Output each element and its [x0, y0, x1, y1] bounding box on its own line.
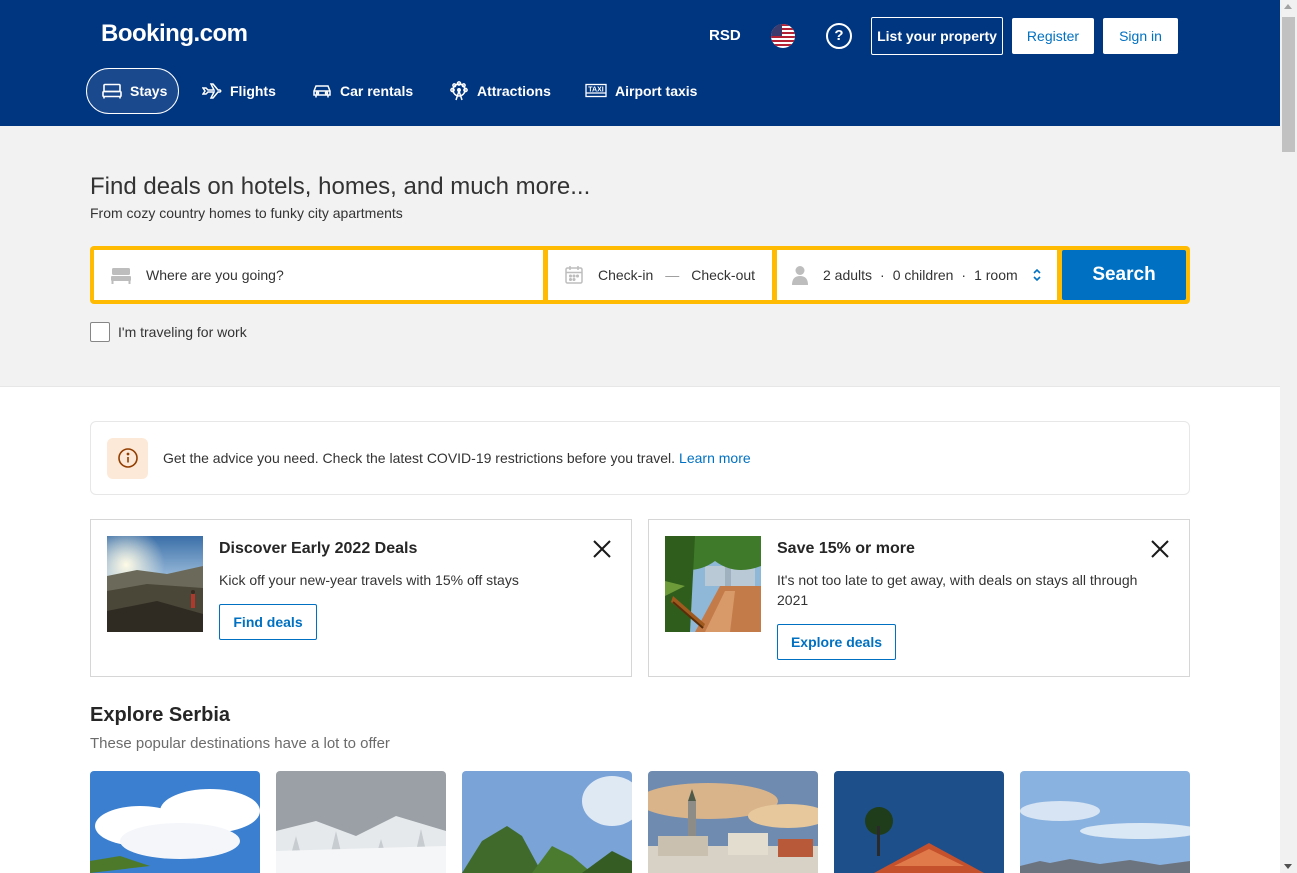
separator-dot: · [880, 267, 885, 283]
calendar-icon [565, 266, 583, 284]
scroll-up-arrow[interactable] [1284, 4, 1292, 9]
check-in-label: Check-in [598, 267, 654, 283]
bed-icon [111, 268, 131, 284]
promo-title: Save 15% or more [777, 540, 915, 557]
bed-icon [102, 83, 122, 99]
check-out-label: Check-out [691, 267, 756, 283]
car-icon [313, 85, 331, 98]
tab-label: Flights [230, 83, 276, 99]
promo-text: It's not too late to get away, with deal… [777, 572, 1138, 608]
help-icon[interactable]: ? [826, 23, 852, 49]
person-icon [792, 266, 808, 285]
promo-card: Save 15% or more It's not too late to ge… [648, 519, 1190, 677]
destination-card-image[interactable] [462, 771, 632, 873]
explore-subtitle: These popular destinations have a lot to… [90, 735, 390, 752]
guests-selector[interactable]: 2 adults · 0 children · 1 room [777, 250, 1057, 300]
tab-label: Attractions [477, 83, 551, 99]
adults-count: 2 adults [823, 267, 873, 283]
tab-label: Airport taxis [615, 83, 698, 99]
promo-text: Kick off your new-year travels with 15% … [219, 572, 519, 588]
close-icon[interactable] [591, 538, 613, 560]
tab-attractions[interactable]: Attractions [449, 68, 551, 114]
ferris-wheel-icon [450, 81, 468, 101]
destination-placeholder: Where are you going? [146, 267, 284, 283]
search-button[interactable]: Search [1062, 250, 1186, 300]
hero-title: Find deals on hotels, homes, and much mo… [90, 173, 591, 200]
date-separator: — [665, 267, 680, 283]
children-count: 0 children [892, 267, 954, 283]
scroll-thumb[interactable] [1282, 17, 1295, 152]
booking-logo[interactable]: Booking.com [101, 20, 248, 48]
tab-stays[interactable]: Stays [86, 68, 179, 114]
info-icon [107, 437, 148, 479]
tab-label: Car rentals [340, 83, 414, 99]
tab-label: Stays [130, 83, 168, 99]
tab-flights[interactable]: Flights [202, 68, 276, 114]
learn-more-link[interactable]: Learn more [679, 450, 751, 466]
destination-card-image[interactable] [276, 771, 446, 873]
rooms-count: 1 room [974, 267, 1018, 283]
plane-icon [202, 83, 222, 99]
covid-text: Get the advice you need. Check the lates… [163, 450, 676, 466]
hero-section: Find deals on hotels, homes, and much mo… [0, 126, 1280, 387]
destination-card-image[interactable] [834, 771, 1004, 873]
promo-image [665, 536, 761, 632]
taxi-icon: TAXI [585, 83, 607, 98]
promo-card: Discover Early 2022 Deals Kick off your … [90, 519, 632, 677]
sign-in-button[interactable]: Sign in [1103, 18, 1178, 54]
promo-title: Discover Early 2022 Deals [219, 540, 418, 557]
chevron-up-down-icon [1033, 268, 1041, 282]
covid-banner: Get the advice you need. Check the lates… [90, 421, 1190, 495]
tab-airport-taxis[interactable]: TAXI Airport taxis [585, 68, 697, 114]
explore-title: Explore Serbia [90, 704, 231, 726]
promo-image [107, 536, 203, 632]
destination-card-image[interactable] [90, 771, 260, 873]
checkbox[interactable] [90, 322, 110, 342]
find-deals-button[interactable]: Find deals [219, 604, 317, 640]
search-bar: Where are you going? Check-in — Check-ou… [90, 246, 1190, 304]
list-property-button[interactable]: List your property [871, 17, 1003, 55]
tab-car-rentals[interactable]: Car rentals [312, 68, 413, 114]
separator-dot: · [961, 267, 967, 283]
destination-input[interactable]: Where are you going? [94, 250, 543, 300]
hero-subtitle: From cozy country homes to funky city ap… [90, 205, 403, 221]
register-button[interactable]: Register [1012, 18, 1094, 54]
svg-text:TAXI: TAXI [588, 87, 603, 94]
work-travel-checkbox[interactable]: I'm traveling for work [90, 322, 247, 342]
destination-card-image[interactable] [648, 771, 818, 873]
page-scrollbar[interactable] [1280, 0, 1297, 873]
site-header: Booking.com RSD ? List your property Reg… [0, 0, 1280, 126]
destination-card-image[interactable] [1020, 771, 1190, 873]
us-flag-icon[interactable] [771, 24, 795, 48]
currency-selector[interactable]: RSD [709, 27, 741, 44]
close-icon[interactable] [1149, 538, 1171, 560]
scroll-down-arrow[interactable] [1284, 864, 1292, 869]
explore-deals-button[interactable]: Explore deals [777, 624, 896, 660]
date-picker[interactable]: Check-in — Check-out [548, 250, 772, 300]
work-travel-label: I'm traveling for work [118, 324, 247, 340]
